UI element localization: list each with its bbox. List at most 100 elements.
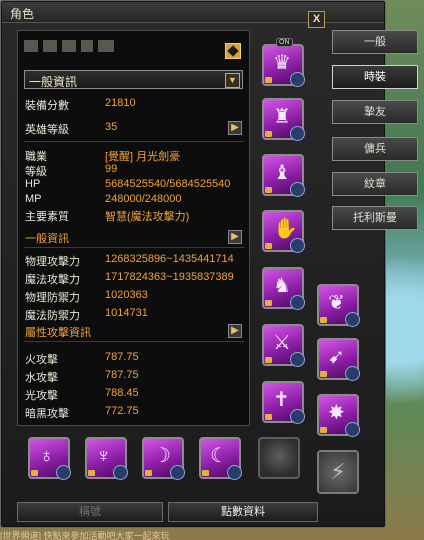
stat-value: 智慧(魔法攻擊力) (105, 211, 190, 223)
lock-icon (320, 317, 327, 323)
stat-value: [覺醒] 月光劍豪 (105, 151, 181, 163)
stat-row: 魔法攻擊力 1717824363~1935837389 (25, 271, 234, 286)
stat-row: 職業 [覺醒] 月光劍豪 (25, 148, 180, 163)
stat-label: 英雄等級 (25, 124, 69, 136)
ring-icon: ☽ (153, 445, 171, 467)
refresh-icon (113, 465, 128, 480)
costume-slot-gloves[interactable]: ✋ (262, 210, 305, 253)
costume-slot-earring[interactable]: ♆ (85, 437, 128, 480)
chevron-down-icon: ▼ (225, 73, 240, 88)
refresh-icon (290, 126, 305, 141)
name-blur-1 (24, 40, 38, 53)
lock-icon (265, 357, 272, 363)
stat-label: 等級 (25, 166, 47, 178)
stat-row: 裝備分數 21810 (25, 97, 136, 112)
section-header-element: 屬性攻擊資訊 (25, 324, 91, 339)
refresh-icon (290, 182, 305, 197)
stat-label: 職業 (25, 151, 47, 163)
costume-slot-upper[interactable]: ♜ (262, 98, 305, 141)
costume-slot-necklace[interactable]: ♁ (28, 437, 71, 480)
earring-icon: ♆ (96, 445, 111, 467)
stat-value: 248000/248000 (105, 193, 182, 205)
stat-label: 魔法防禦力 (25, 310, 80, 322)
tab-friend[interactable]: 摯友 (332, 100, 418, 124)
tab-emblem[interactable]: 紋章 (332, 172, 418, 196)
element-info-expand-button[interactable]: ▶ (228, 324, 242, 338)
stat-label: 主要素質 (25, 211, 69, 223)
stat-value: 787.75 (105, 351, 139, 363)
name-blur-3 (62, 40, 77, 53)
refresh-icon (345, 312, 360, 327)
sparkle-icon: ✸ (328, 402, 345, 424)
points-info-button[interactable]: 點數資料 (168, 502, 318, 522)
sword-icon: ⚔ (273, 332, 291, 354)
refresh-icon (290, 238, 305, 253)
gloves-icon: ✋ (273, 218, 298, 240)
costume-slot-shoes[interactable]: ♞ (262, 267, 305, 310)
stat-row: 水攻擊 787.75 (25, 369, 139, 384)
refresh-icon (345, 366, 360, 381)
tab-costume[interactable]: 時裝 (332, 65, 418, 89)
costume-slot-tail[interactable]: ➹ (317, 338, 360, 381)
stat-row: MP 248000/248000 (25, 193, 181, 207)
refresh-icon (290, 295, 305, 310)
armor-upper-icon: ♜ (273, 106, 291, 128)
refresh-icon (290, 352, 305, 367)
stat-row: 英雄等級 35 (25, 121, 117, 136)
ring-icon: ☾ (210, 445, 228, 467)
armor-lower-icon: ♝ (273, 162, 291, 184)
stat-label: 魔法攻擊力 (25, 274, 80, 286)
costume-slot-sticker[interactable]: ✸ (317, 394, 360, 437)
on-badge: ON (276, 38, 293, 47)
refresh-icon (290, 409, 305, 424)
name-blur-2 (43, 40, 58, 53)
dagger-icon: ✝ (273, 389, 290, 411)
title-button[interactable]: 稱號 (17, 502, 163, 522)
section-title: 一般資訊 (25, 233, 69, 245)
divider (24, 247, 244, 248)
name-option-diamond-icon[interactable] (225, 43, 241, 59)
stat-label: 水攻擊 (25, 372, 58, 384)
lock-icon (265, 187, 272, 193)
hero-level-expand-button[interactable]: ▶ (228, 121, 242, 135)
costume-slot-helmet[interactable]: ON ♛ (262, 38, 305, 87)
stat-label: MP (25, 193, 42, 205)
tab-mercenary[interactable]: 傭兵 (332, 137, 418, 161)
stat-label: 火攻擊 (25, 354, 58, 366)
stat-value: 21810 (105, 97, 136, 109)
shoes-icon: ♞ (273, 275, 291, 297)
stat-value: 35 (105, 121, 118, 133)
info-type-dropdown[interactable]: 一般資訊 ▼ (24, 70, 243, 89)
stat-label: HP (25, 178, 41, 190)
lock-icon (320, 427, 327, 433)
costume-slot-ring-2[interactable]: ☾ (199, 437, 242, 480)
costume-slot-lower[interactable]: ♝ (262, 154, 305, 197)
stat-row: 火攻擊 787.75 (25, 351, 139, 366)
lock-icon (320, 371, 327, 377)
section-header-general: 一般資訊 (25, 230, 69, 245)
close-button[interactable]: X (308, 11, 325, 28)
costume-slot-weapon-sub[interactable]: ✝ (262, 381, 305, 424)
lock-icon (31, 470, 38, 476)
tab-talisman[interactable]: 托利斯曼 (332, 206, 418, 230)
stat-row: 物理攻擊力 1268325896~1435441714 (25, 253, 234, 268)
lock-icon (145, 470, 152, 476)
refresh-icon (227, 465, 242, 480)
costume-slot-empty[interactable] (258, 437, 300, 479)
title-bar[interactable]: 角色 (2, 2, 384, 23)
section-title: 屬性攻擊資訊 (25, 327, 91, 339)
stat-row: 主要素質 智慧(魔法攻擊力) (25, 208, 189, 223)
lock-icon (88, 470, 95, 476)
stat-label: 物理防禦力 (25, 292, 80, 304)
tab-general[interactable]: 一般 (332, 30, 418, 54)
lock-icon (265, 131, 272, 137)
costume-slot-ring-1[interactable]: ☽ (142, 437, 185, 480)
dropdown-value: 一般資訊 (29, 75, 78, 89)
stat-label: 裝備分數 (25, 100, 69, 112)
window-title: 角色 (10, 7, 35, 21)
general-info-expand-button[interactable]: ▶ (228, 230, 242, 244)
lightning-icon[interactable]: ⚡ (317, 450, 359, 494)
divider (24, 141, 244, 142)
costume-slot-wings[interactable]: ❦ (317, 284, 360, 327)
costume-slot-weapon-main[interactable]: ⚔ (262, 324, 305, 367)
